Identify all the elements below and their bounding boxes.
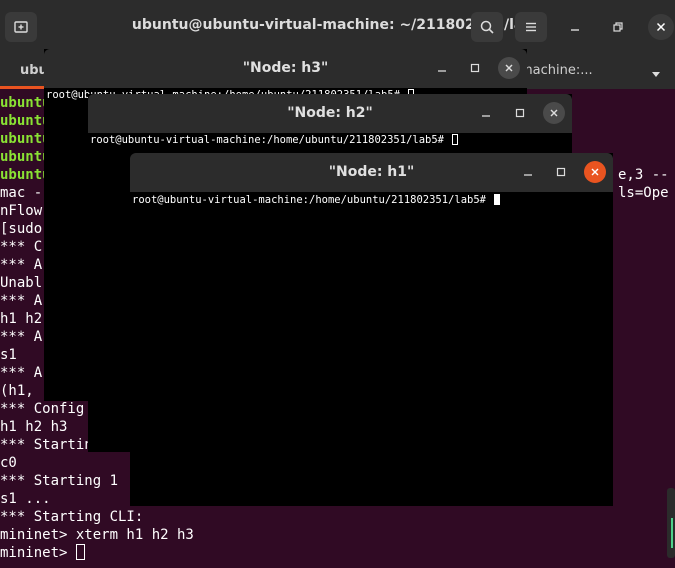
xterm-header-h2: "Node: h2" (88, 94, 572, 133)
maximize-icon (470, 63, 480, 73)
terminal-cursor (75, 544, 85, 560)
close-icon (505, 64, 513, 72)
terminal-line: ubuntu (0, 167, 51, 183)
xterm-prompt-h2: root@ubuntu-virtual-machine:/home/ubuntu… (90, 134, 451, 146)
xterm-header-h1: "Node: h1" (130, 153, 613, 192)
minimize-button[interactable] (562, 14, 588, 40)
xterm-close-button-h3[interactable] (498, 57, 520, 79)
terminal-line: [sudo (0, 221, 43, 237)
search-button[interactable] (471, 12, 503, 42)
terminal-line: ubuntu (0, 149, 51, 165)
xterm-maximize-button-h3[interactable] (464, 57, 486, 79)
xterm-prompt-line-h2: root@ubuntu-virtual-machine:/home/ubuntu… (90, 133, 459, 147)
terminal-prompt-line: mininet> (0, 544, 85, 562)
terminal-line: c0 (0, 455, 17, 471)
terminal-line: *** C (0, 239, 43, 255)
restore-button[interactable] (605, 14, 631, 40)
xterm-minimize-button-h2[interactable] (475, 102, 497, 124)
xterm-header-h3: "Node: h3" (44, 49, 527, 88)
terminal-line: s1 (0, 347, 17, 363)
terminal-line: ubuntu (0, 113, 51, 129)
xterm-minimize-button-h3[interactable] (431, 57, 453, 79)
xterm-close-button-h2[interactable] (543, 102, 565, 124)
terminal-line: s1 ... (0, 491, 51, 507)
minimize-icon (438, 70, 446, 72)
terminal-line: mac - (0, 185, 43, 201)
xterm-cursor-h2 (452, 134, 459, 145)
close-button[interactable] (648, 14, 674, 40)
xterm-title-h1: "Node: h1" (328, 164, 415, 180)
terminal-line: *** A (0, 293, 43, 309)
terminal-line: (h1, (0, 383, 34, 399)
terminal-line: nFlow (0, 203, 43, 219)
xterm-maximize-button-h2[interactable] (509, 102, 531, 124)
terminal-line: mininet> xterm h1 h2 h3 (0, 527, 194, 543)
terminal-line: *** A (0, 329, 43, 345)
maximize-icon (556, 167, 566, 177)
terminal-line: *** Starting CLI: (0, 509, 144, 525)
close-icon (591, 168, 599, 176)
close-icon (656, 22, 666, 32)
minimize-icon (571, 29, 579, 31)
minimize-icon (524, 174, 532, 176)
xterm-cursor-h1 (494, 194, 501, 205)
close-icon (550, 109, 558, 117)
hamburger-menu-icon (526, 22, 536, 32)
xterm-close-button-h1[interactable] (584, 161, 606, 183)
terminal-line: h1 h2 h3 (0, 419, 68, 435)
xterm-maximize-button-h1[interactable] (550, 161, 572, 183)
terminal-line: Unabl (0, 275, 43, 291)
xterm-minimize-button-h1[interactable] (517, 161, 539, 183)
xterm-prompt-h1: root@ubuntu-virtual-machine:/home/ubuntu… (132, 194, 493, 206)
xterm-title-h3: "Node: h3" (242, 60, 329, 76)
search-icon (480, 20, 494, 34)
terminal-line: *** A (0, 365, 43, 381)
chevron-down-icon (652, 72, 660, 77)
scrollbar[interactable] (667, 488, 675, 558)
tab-inactive[interactable]: machine:... (520, 54, 640, 89)
scrollbar-thumb[interactable] (671, 518, 673, 548)
terminal-line: *** A (0, 257, 43, 273)
main-terminal-header: ubuntu@ubuntu-virtual-machine: ~/2118023… (0, 0, 675, 54)
terminal-fragment: e,3 -- (618, 167, 669, 183)
xterm-prompt-line-h1: root@ubuntu-virtual-machine:/home/ubuntu… (132, 193, 501, 207)
terminal-prompt: mininet> (0, 545, 76, 561)
xterm-window-h1[interactable]: "Node: h1" root@ubuntu-virtual-machine:/… (130, 153, 613, 506)
terminal-line: ubuntu (0, 95, 51, 111)
minimize-icon (482, 115, 490, 117)
terminal-line: *** Config (0, 401, 85, 417)
terminal-line: h1 h2 (0, 311, 43, 327)
tab-list-button[interactable] (650, 65, 662, 84)
menu-button[interactable] (515, 12, 547, 42)
terminal-line: ubuntu (0, 131, 51, 147)
maximize-icon (613, 22, 623, 32)
maximize-icon (515, 108, 525, 118)
xterm-title-h2: "Node: h2" (287, 105, 373, 121)
terminal-fragment: ls=Ope (618, 185, 669, 201)
terminal-line: *** Starting 1 (0, 473, 119, 489)
